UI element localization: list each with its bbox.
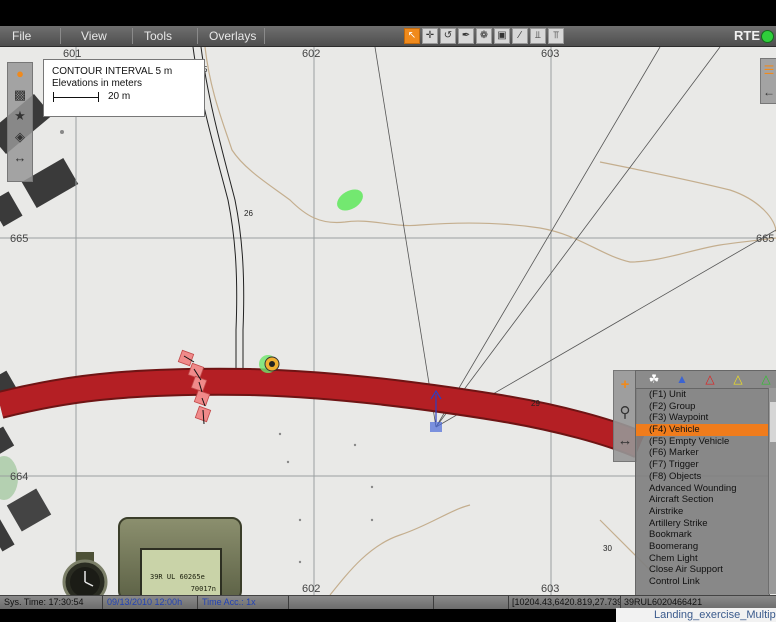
road <box>0 369 645 457</box>
menu-view[interactable]: View <box>75 26 113 46</box>
elevation-label: 30 <box>603 544 612 553</box>
scale-bar-tick <box>98 92 99 102</box>
building <box>0 518 15 552</box>
search-icon[interactable]: ⚲ <box>614 399 636 427</box>
insert-list-item[interactable]: (F3) Waypoint <box>636 412 769 424</box>
building <box>0 191 23 227</box>
legend-contour-interval: CONTOUR INTERVAL 5 m <box>52 66 173 77</box>
resize-arrows-icon[interactable]: ↔ <box>614 427 636 455</box>
grid-label-top: 603 <box>541 48 559 60</box>
insert-list-item[interactable]: Aircraft Section <box>636 494 769 506</box>
status-mission-date: 09/13/2010 12:00h <box>103 596 198 609</box>
menu-overlays[interactable]: Overlays <box>203 26 262 46</box>
gps-screen: 39R UL 60265e 70017n <box>140 548 222 602</box>
insert-list-item[interactable]: Bookmark <box>636 529 769 541</box>
insert-list-item[interactable]: (F4) Vehicle <box>636 424 769 436</box>
insert-list-item[interactable]: (F6) Marker <box>636 447 769 459</box>
legend-elevation-units: Elevations in meters <box>52 78 143 89</box>
panel-tools: + ⚲ ↔ <box>613 370 637 462</box>
insert-list-item[interactable]: Control Link <box>636 576 769 588</box>
rte-label: RTE <box>734 28 760 43</box>
scrollbar-thumb[interactable] <box>770 402 776 442</box>
move-icon[interactable]: ✛ <box>422 28 438 44</box>
trigger-marker <box>337 189 363 211</box>
scale-bar-label: 20 m <box>108 91 131 102</box>
gps-grid-northing: 70017n <box>190 585 216 593</box>
warning-icon[interactable]: ● <box>8 63 32 84</box>
gps-device: 39R UL 60265e 70017n <box>118 517 242 602</box>
status-bar: Sys. Time: 17:30:54 09/13/2010 12:00h Ti… <box>0 595 776 609</box>
layers-icon[interactable]: ◈ <box>8 126 32 147</box>
blufor-icon[interactable]: ▲ <box>674 372 690 386</box>
layers-icon[interactable]: ☰ <box>761 59 776 81</box>
menu-file[interactable]: File <box>6 26 37 46</box>
status-time-acceleration: Time Acc.: 1x <box>198 596 289 609</box>
right-tool-palette: ☰ ← <box>760 58 776 104</box>
collapse-arrow-icon[interactable]: ← <box>761 81 776 103</box>
ruler-icon[interactable]: ⫪ <box>548 28 564 44</box>
insert-list-item[interactable]: Artillery Strike <box>636 518 769 530</box>
insert-list[interactable]: (F1) Unit (F2) Group (F3) Waypoint (F4) Veh… <box>635 388 770 596</box>
status-empty <box>289 596 434 609</box>
draw-icon[interactable]: ∕ <box>512 28 528 44</box>
height-icon[interactable]: ⫫ <box>530 28 546 44</box>
insert-list-item[interactable]: Advanced Wounding <box>636 483 769 495</box>
insert-list-item[interactable]: (F7) Trigger <box>636 459 769 471</box>
units-icon[interactable]: ☘ <box>646 372 662 386</box>
mission-name: Landing_exercise_Multiplayer <box>616 608 776 622</box>
terrain-dots <box>60 130 374 564</box>
select-arrow-icon[interactable]: ↖ <box>404 28 420 44</box>
object-insert-panel: + ⚲ ↔ ☘ ▲ △ △ △ (F1) Unit (F2) Group (F3) Wayp… <box>613 370 776 596</box>
status-sys-time: Sys. Time: 17:30:54 <box>0 596 103 609</box>
insert-list-item[interactable]: Close Air Support <box>636 564 769 576</box>
side-tabs: ☘ ▲ △ △ △ <box>635 370 776 389</box>
insert-list-item[interactable]: Airstrike <box>636 506 769 518</box>
player-unit-icon <box>430 422 442 432</box>
connect-icon[interactable]: ✒ <box>458 28 474 44</box>
opfor-icon[interactable]: △ <box>702 372 718 386</box>
insert-list-item[interactable]: (F5) Empty Vehicle <box>636 436 769 448</box>
toolbar-icons: ↖ ✛ ↺ ✒ ❁ ▣ ∕ ⫫ ⫪ <box>404 28 564 44</box>
status-empty <box>434 596 509 609</box>
elevation-label: 26 <box>244 209 253 218</box>
grid-label-left: 664 <box>10 471 28 483</box>
insert-list-item[interactable]: (F2) Group <box>636 401 769 413</box>
sync-icon[interactable]: ❁ <box>476 28 492 44</box>
gps-grid-easting: 39R UL 60265e <box>150 573 205 581</box>
add-icon[interactable]: + <box>614 371 636 399</box>
area-icon[interactable]: ▣ <box>494 28 510 44</box>
menu-bar: File View Tools Overlays ↖ ✛ ↺ ✒ ❁ ▣ ∕ ⫫ ⫪ RTE <box>0 26 776 47</box>
scale-bar <box>53 97 99 98</box>
insert-list-item[interactable]: Boomerang <box>636 541 769 553</box>
grid-label-bottom: 603 <box>541 583 559 595</box>
left-tool-palette: ● ▩ ★ ◈ ↔ <box>7 62 33 182</box>
chart-icon[interactable]: ▩ <box>8 84 32 105</box>
insert-list-item[interactable]: Chem Light <box>636 553 769 565</box>
star-icon[interactable]: ★ <box>8 105 32 126</box>
resize-arrows-icon[interactable]: ↔ <box>8 147 32 168</box>
rotate-icon[interactable]: ↺ <box>440 28 456 44</box>
building <box>0 426 15 456</box>
rte-status-icon <box>761 30 774 43</box>
grid-label-bottom: 602 <box>302 583 320 595</box>
insert-list-scrollbar[interactable] <box>768 388 776 594</box>
elevation-label: 29 <box>531 399 540 408</box>
grid-label-left: 665 <box>10 233 28 245</box>
insert-list-item[interactable]: (F1) Unit <box>636 389 769 401</box>
grid-label-top: 602 <box>302 48 320 60</box>
insert-list-item[interactable]: (F8) Objects <box>636 471 769 483</box>
grid-label-right: 665 <box>756 233 774 245</box>
menu-separator <box>197 28 198 44</box>
menu-separator <box>132 28 133 44</box>
civilian-icon[interactable]: △ <box>758 372 774 386</box>
map-legend: CONTOUR INTERVAL 5 m Elevations in meter… <box>43 59 205 117</box>
status-coordinates: [10204.43,6420.819,27.739] <box>508 596 621 609</box>
menu-tools[interactable]: Tools <box>138 26 178 46</box>
editor-screen: File View Tools Overlays ↖ ✛ ↺ ✒ ❁ ▣ ∕ ⫫ ⫪ RTE <box>0 0 776 622</box>
independent-icon[interactable]: △ <box>730 372 746 386</box>
building <box>6 488 52 532</box>
menu-separator <box>264 28 265 44</box>
top-black-strip <box>0 0 776 26</box>
menu-separator <box>60 28 61 44</box>
